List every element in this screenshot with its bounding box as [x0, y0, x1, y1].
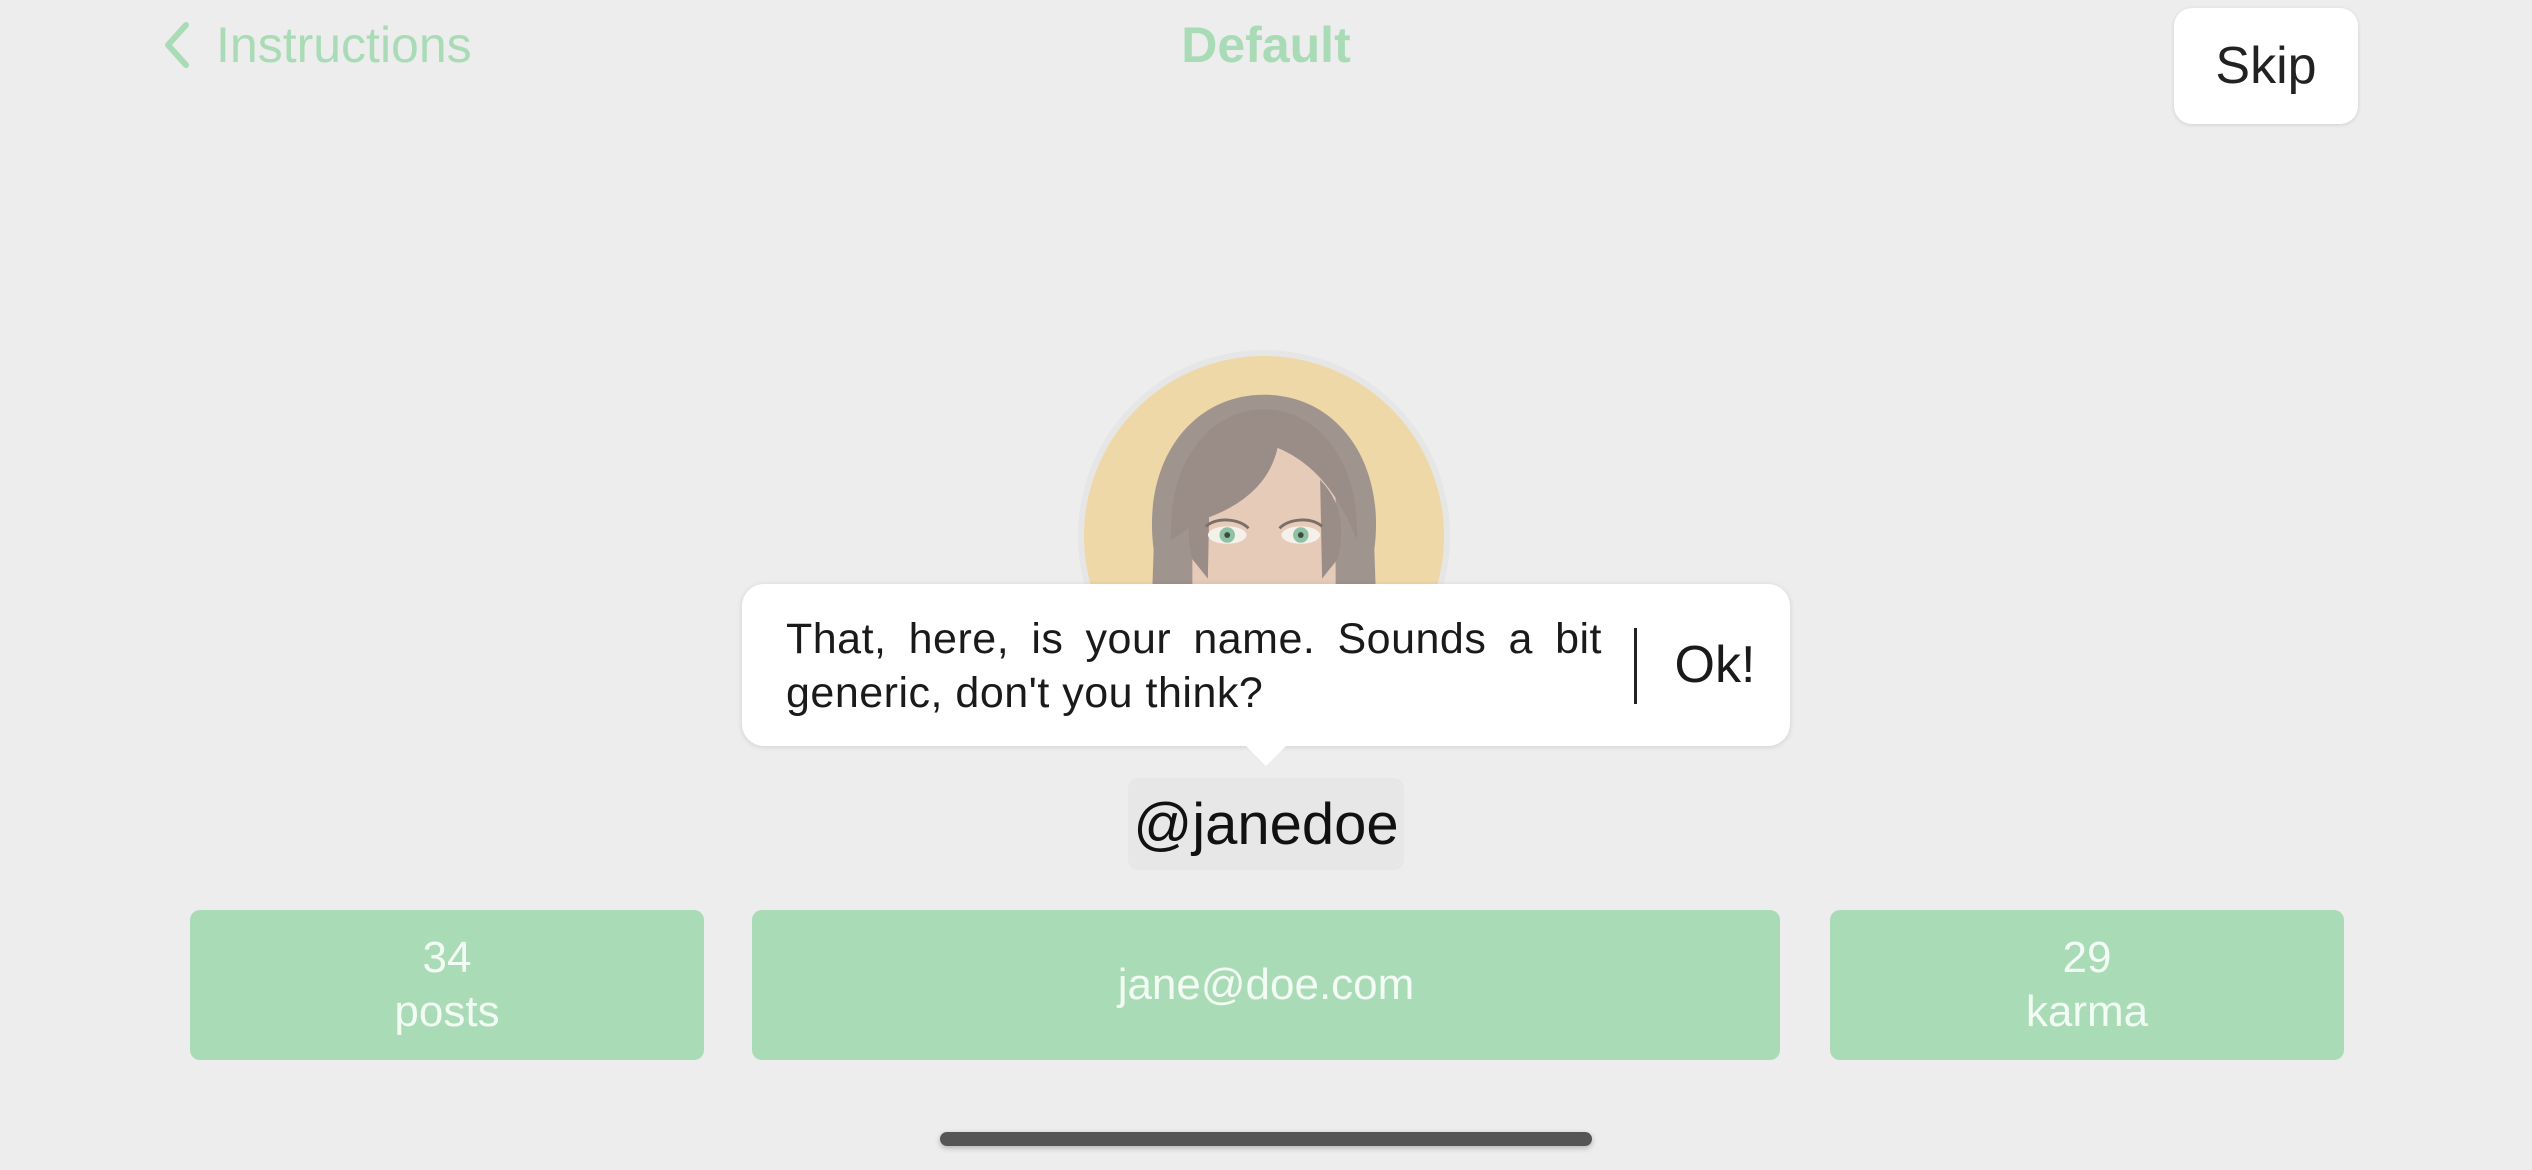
posts-count: 34: [422, 933, 472, 982]
home-indicator[interactable]: [940, 1132, 1592, 1146]
onboarding-screen: Instructions Default Skip @janedoe 34 po: [0, 0, 2532, 1170]
posts-stat-card[interactable]: 34 posts: [190, 910, 704, 1060]
onboarding-tooltip: That, here, is your name. Sounds a bit g…: [742, 584, 1790, 766]
posts-label: posts: [394, 987, 500, 1036]
karma-count: 29: [2062, 933, 2112, 982]
page-title: Default: [1181, 17, 1351, 73]
back-button[interactable]: Instructions: [160, 14, 472, 76]
email-card[interactable]: jane@doe.com: [752, 910, 1780, 1060]
tooltip-divider: [1634, 628, 1637, 704]
chevron-left-icon: [165, 22, 189, 68]
skip-button[interactable]: Skip: [2174, 8, 2358, 124]
email-value: jane@doe.com: [1117, 960, 1415, 1009]
username-label[interactable]: @janedoe: [1128, 778, 1404, 870]
karma-label: karma: [2025, 987, 2149, 1036]
tooltip-ok-button[interactable]: Ok!: [1660, 624, 1770, 706]
back-label: Instructions: [216, 17, 472, 73]
tooltip-message: That, here, is your name. Sounds a bit g…: [786, 615, 1602, 717]
karma-stat-card[interactable]: 29 karma: [1830, 910, 2344, 1060]
